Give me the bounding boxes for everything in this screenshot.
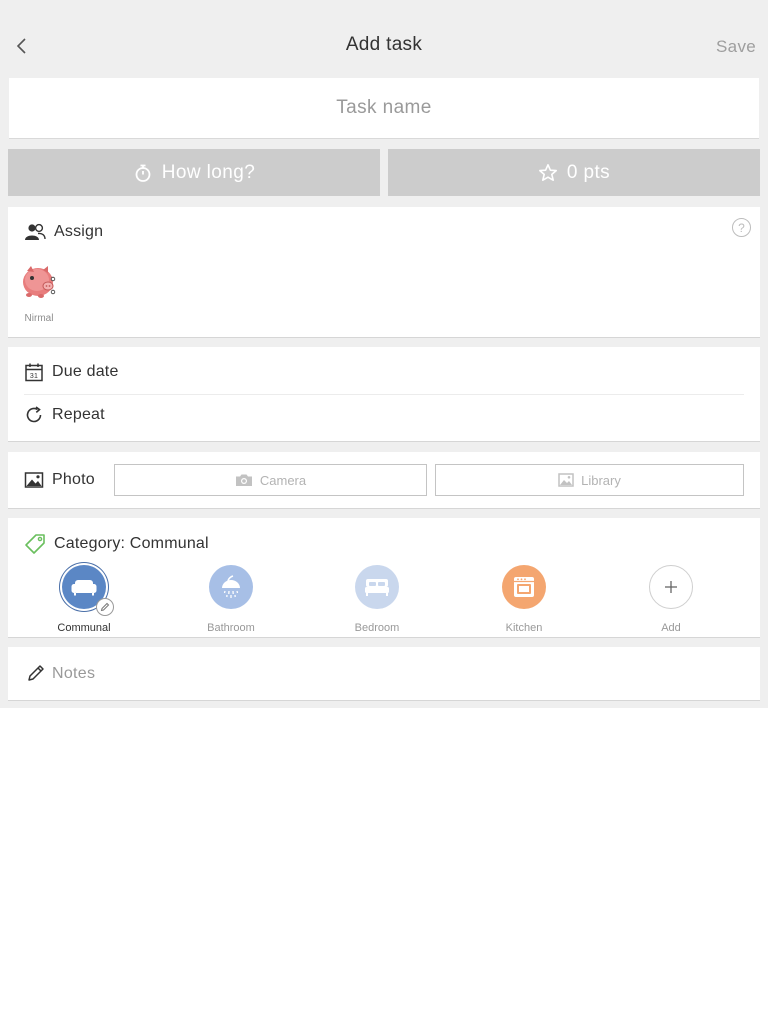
category-header: Category: Communal	[24, 533, 209, 555]
category-communal[interactable]: Communal	[39, 565, 129, 634]
category-add[interactable]: Add	[626, 565, 716, 634]
calendar-icon: 31	[25, 363, 43, 382]
oven-icon	[514, 577, 534, 597]
category-bedroom-circle	[355, 565, 399, 609]
category-communal-circle	[62, 565, 114, 616]
schedule-card: 31 Due date Repeat	[8, 347, 760, 442]
shower-icon	[222, 575, 240, 598]
camera-icon	[235, 474, 252, 486]
category-label: Bathroom	[207, 622, 255, 634]
category-bathroom-circle	[209, 565, 253, 609]
member-name: Nirmal	[24, 313, 54, 324]
camera-label: Camera	[259, 472, 307, 488]
stopwatch-icon	[135, 164, 151, 182]
camera-button[interactable]: Camera	[114, 464, 427, 496]
repeat-label: Repeat	[52, 406, 105, 423]
category-bedroom[interactable]: Bedroom	[332, 565, 422, 634]
repeat-row[interactable]: Repeat	[24, 405, 105, 425]
notes-input[interactable]	[52, 662, 732, 686]
category-bathroom[interactable]: Bathroom	[186, 565, 276, 634]
category-label: Communal	[57, 622, 111, 634]
photo-title: Photo	[52, 471, 95, 488]
library-label: Library	[581, 472, 621, 488]
pig-avatar	[23, 266, 56, 298]
pencil-icon	[100, 602, 110, 612]
bed-icon	[365, 579, 389, 596]
photo-header: Photo	[24, 471, 95, 489]
category-label: Kitchen	[505, 622, 543, 634]
gallery-icon	[558, 473, 574, 487]
row-divider	[24, 394, 744, 395]
photo-card: Photo Camera Library	[8, 452, 760, 509]
people-icon	[25, 223, 46, 240]
add-task-screen: Add task Save How long? 0 pts	[0, 0, 768, 1024]
category-kitchen[interactable]: Kitchen	[479, 565, 569, 634]
category-card: Category: Communal Communal Bathroom Bed…	[8, 518, 760, 638]
task-name-input[interactable]	[9, 78, 759, 138]
category-title: Category: Communal	[54, 535, 209, 552]
assign-card: Assign ? Nirmal	[8, 207, 760, 338]
pencil-icon	[28, 665, 44, 681]
sofa-icon	[71, 580, 97, 596]
task-name-card	[9, 78, 759, 139]
assign-header: Assign	[24, 223, 103, 241]
plus-icon	[665, 581, 677, 593]
category-kitchen-circle	[502, 565, 546, 609]
save-button[interactable]: Save	[716, 37, 756, 57]
category-add-circle	[649, 565, 693, 609]
notes-card	[8, 647, 760, 701]
due-date-label: Due date	[52, 363, 119, 380]
nav-header: Add task Save	[0, 0, 768, 68]
duration-button[interactable]: How long?	[8, 149, 380, 196]
calendar-day: 31	[30, 373, 38, 380]
points-label: 0 pts	[566, 161, 611, 183]
star-icon	[538, 163, 557, 181]
page-title: Add task	[345, 34, 423, 55]
category-label: Bedroom	[354, 622, 400, 634]
member-nirmal[interactable]: Nirmal	[19, 262, 59, 324]
library-button[interactable]: Library	[435, 464, 744, 496]
help-icon[interactable]: ?	[732, 218, 751, 237]
assign-title: Assign	[54, 223, 104, 240]
image-icon	[24, 472, 44, 488]
duration-label: How long?	[161, 161, 256, 183]
due-date-row[interactable]: 31 Due date	[24, 362, 119, 382]
repeat-icon	[26, 406, 42, 423]
edit-category-button[interactable]	[96, 598, 114, 616]
tag-icon	[25, 534, 45, 554]
category-label: Add	[661, 622, 681, 634]
points-button[interactable]: 0 pts	[388, 149, 760, 196]
